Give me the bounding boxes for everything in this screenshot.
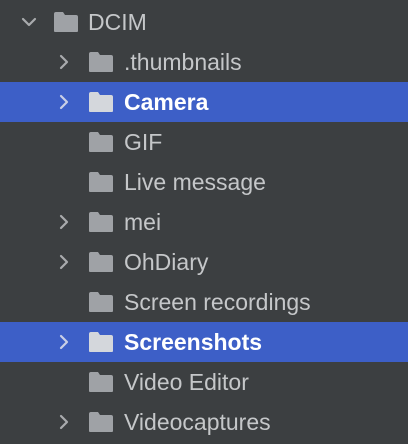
tree-row-thumbnails[interactable]: .thumbnails: [0, 42, 408, 82]
tree-row-screen-recordings[interactable]: Screen recordings: [0, 282, 408, 322]
folder-icon: [89, 172, 113, 192]
chevron-right-icon[interactable]: [56, 254, 72, 270]
chevron-right-icon[interactable]: [56, 54, 72, 70]
tree-row-label: Screenshots: [124, 329, 263, 355]
chevron-right-icon[interactable]: [56, 94, 72, 110]
tree-row-label: Live message: [124, 169, 266, 195]
tree-row-ohdiary[interactable]: OhDiary: [0, 242, 408, 282]
tree-row-video-editor[interactable]: Video Editor: [0, 362, 408, 402]
tree-row-label: Videocaptures: [124, 409, 271, 435]
chevron-right-icon[interactable]: [56, 334, 72, 350]
tree-row-videocaptures[interactable]: Videocaptures: [0, 402, 408, 442]
folder-icon: [54, 12, 78, 32]
tree-row-live-message[interactable]: Live message: [0, 162, 408, 202]
folder-icon: [89, 252, 113, 272]
tree-row-camera[interactable]: Camera: [0, 82, 408, 122]
chevron-down-icon[interactable]: [21, 14, 37, 30]
folder-icon: [89, 412, 113, 432]
tree-row-gif[interactable]: GIF: [0, 122, 408, 162]
chevron-right-icon[interactable]: [56, 214, 72, 230]
folder-icon: [89, 132, 113, 152]
tree-row-label: DCIM: [88, 9, 147, 35]
folder-icon: [89, 212, 113, 232]
tree-row-screenshots[interactable]: Screenshots: [0, 322, 408, 362]
tree-row-label: mei: [124, 209, 162, 235]
tree-row-label: Video Editor: [124, 369, 249, 395]
tree-row-mei[interactable]: mei: [0, 202, 408, 242]
tree-row-label: .thumbnails: [124, 49, 242, 75]
folder-icon: [89, 92, 113, 112]
tree-row-dcim[interactable]: DCIM: [0, 2, 408, 42]
tree-row-label: Camera: [124, 89, 209, 115]
chevron-right-icon[interactable]: [56, 414, 72, 430]
project-tree: DCIM .thumbnails Camera GIF Live message: [0, 0, 408, 444]
folder-icon: [89, 372, 113, 392]
tree-row-label: Screen recordings: [124, 289, 311, 315]
tree-row-label: OhDiary: [124, 249, 209, 275]
folder-icon: [89, 52, 113, 72]
folder-icon: [89, 332, 113, 352]
tree-row-label: GIF: [124, 129, 163, 155]
folder-icon: [89, 292, 113, 312]
